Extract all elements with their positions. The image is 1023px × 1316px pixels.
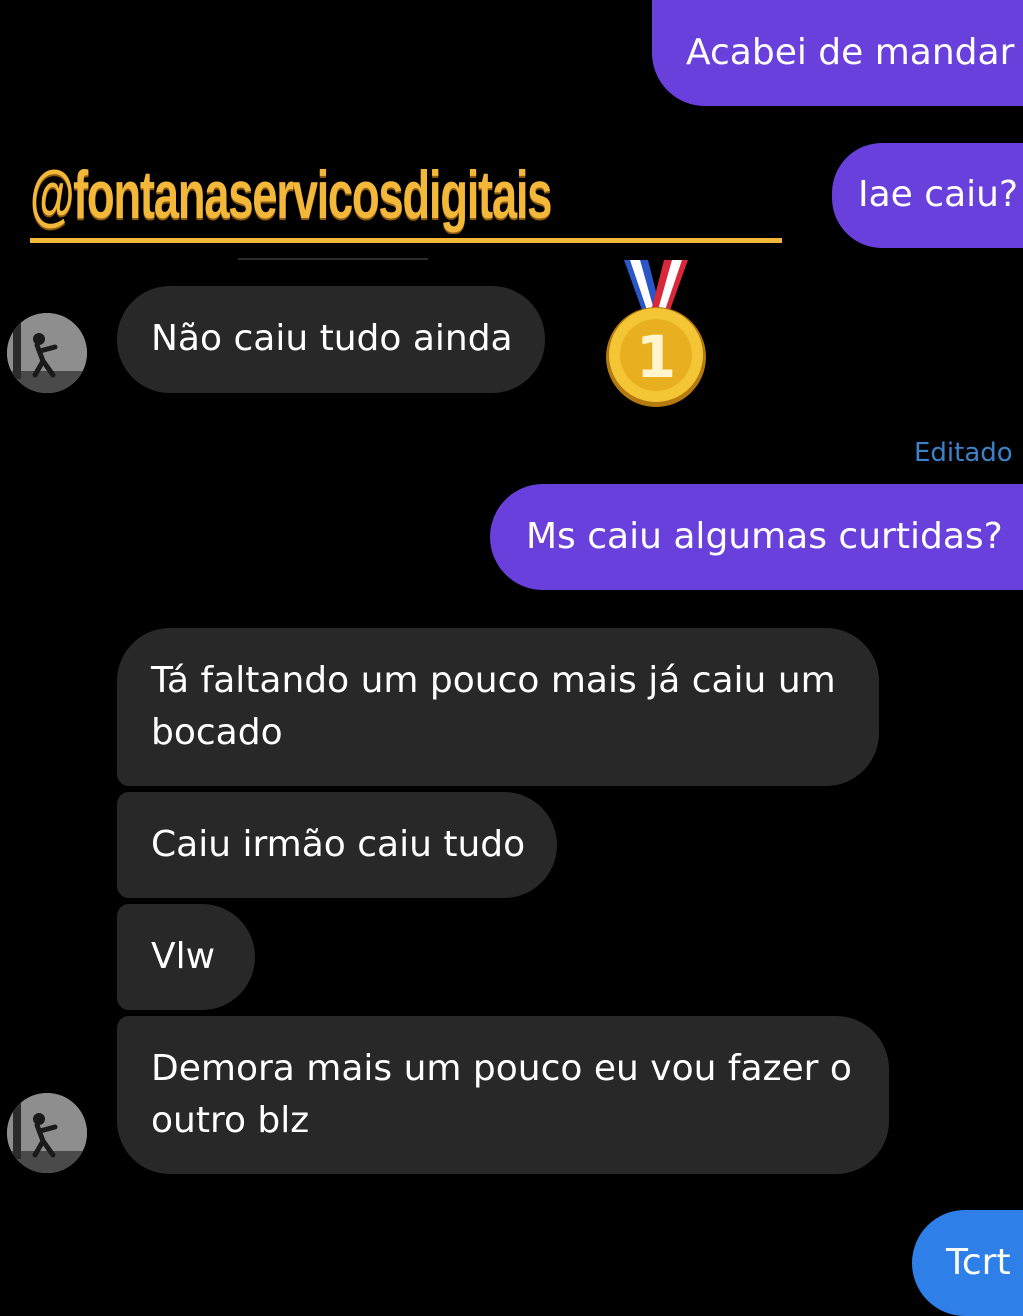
message-text: Acabei de mandar <box>686 32 1015 73</box>
person-silhouette-icon <box>7 313 87 393</box>
outgoing-message-bubble[interactable]: Ms caiu algumas curtidas? <box>490 484 1023 590</box>
edited-label: Editado <box>914 438 1013 468</box>
message-text-line: outro blz <box>151 1100 310 1141</box>
divider <box>238 258 428 260</box>
outgoing-message-bubble[interactable]: Acabei de mandar <box>652 0 1023 106</box>
contact-avatar[interactable] <box>7 1093 87 1173</box>
message-text-line: Demora mais um pouco eu vou fazer o <box>151 1048 852 1089</box>
message-text: Iae caiu? <box>858 174 1019 215</box>
person-silhouette-icon <box>7 1093 87 1173</box>
message-text: Vlw <box>151 936 216 977</box>
watermark-handle: @fontanaservicosdigitais <box>30 157 553 233</box>
outgoing-message-bubble[interactable]: Tcrt <box>912 1210 1023 1316</box>
incoming-message-bubble[interactable]: Demora mais um pouco eu vou fazer o outr… <box>117 1016 889 1174</box>
message-text-line: Tá faltando um pouco mais já caiu um <box>151 660 836 701</box>
message-text: Ms caiu algumas curtidas? <box>526 516 1003 557</box>
message-text: Tcrt <box>946 1242 1011 1283</box>
incoming-message-bubble[interactable]: Não caiu tudo ainda <box>117 286 545 393</box>
message-text: Não caiu tudo ainda <box>151 318 513 359</box>
message-text-line: bocado <box>151 712 283 753</box>
watermark-underline <box>30 238 782 243</box>
incoming-message-bubble[interactable]: Vlw <box>117 904 255 1010</box>
first-place-medal-icon: 1 <box>606 260 706 407</box>
medal-number: 1 <box>636 323 676 391</box>
incoming-message-bubble[interactable]: Caiu irmão caiu tudo <box>117 792 557 898</box>
message-text: Caiu irmão caiu tudo <box>151 824 526 865</box>
contact-avatar[interactable] <box>7 313 87 393</box>
outgoing-message-bubble[interactable]: Iae caiu? <box>832 143 1023 248</box>
incoming-message-bubble[interactable]: Tá faltando um pouco mais já caiu um boc… <box>117 628 879 786</box>
